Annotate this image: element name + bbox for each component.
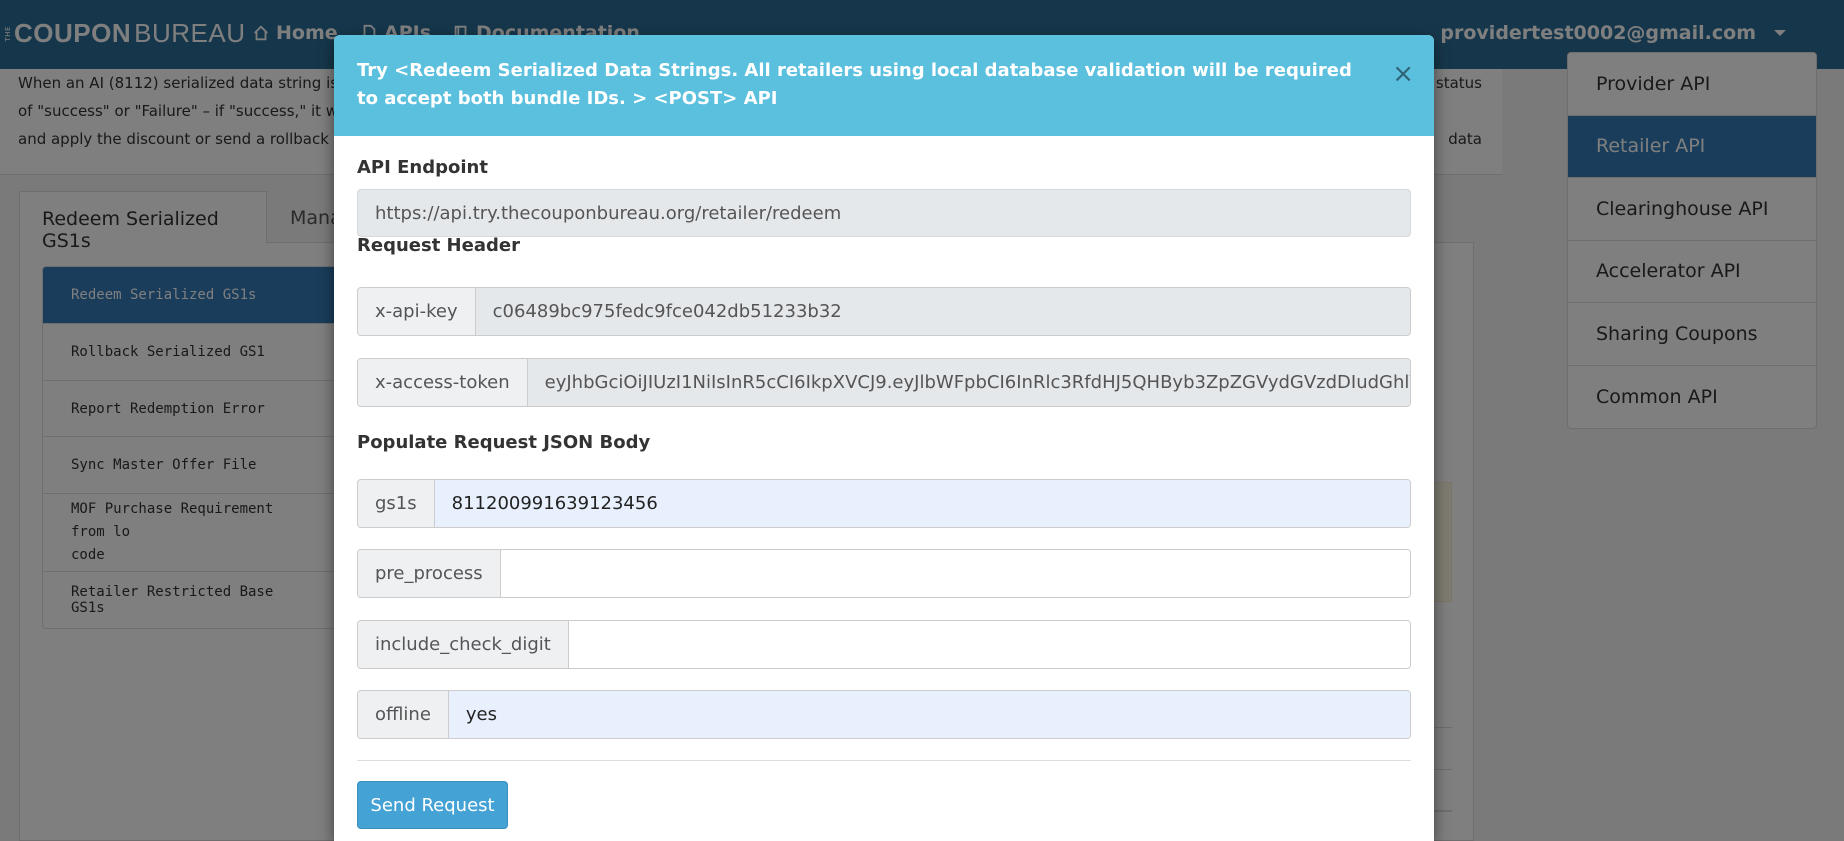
header-x-api-key: x-api-key c06489bc975fedc9fce042db51233b… xyxy=(357,287,1411,336)
body-key-pre-process: pre_process xyxy=(358,550,501,597)
offline-input[interactable]: yes xyxy=(448,691,1410,738)
modal-title: Try <Redeem Serialized Data Strings. All… xyxy=(357,60,1352,109)
body-key-include-check-digit: include_check_digit xyxy=(358,621,569,668)
header-key-x-api-key: x-api-key xyxy=(358,288,476,335)
header-value-x-api-key[interactable]: c06489bc975fedc9fce042db51233b32 xyxy=(475,288,1410,335)
body-field-offline: offline yes xyxy=(357,690,1411,739)
modal-header: Try <Redeem Serialized Data Strings. All… xyxy=(334,35,1434,136)
gs1s-input[interactable]: 811200991639123456 xyxy=(434,480,1410,527)
send-request-button[interactable]: Send Request xyxy=(357,781,508,829)
header-x-access-token: x-access-token eyJhbGciOiJIUzI1NiIsInR5c… xyxy=(357,358,1411,407)
close-icon[interactable]: × xyxy=(1392,61,1414,87)
header-value-x-access-token[interactable]: eyJhbGciOiJIUzI1NiIsInR5cCI6IkpXVCJ9.eyJ… xyxy=(527,359,1410,406)
body-key-offline: offline xyxy=(358,691,449,738)
body-field-gs1s: gs1s 811200991639123456 xyxy=(357,479,1411,528)
body-field-include-check-digit: include_check_digit xyxy=(357,620,1411,669)
include-check-digit-input[interactable] xyxy=(568,621,1410,668)
header-key-x-access-token: x-access-token xyxy=(358,359,528,406)
request-header-label: Request Header xyxy=(357,235,520,256)
pre-process-input[interactable] xyxy=(500,550,1410,597)
body-key-gs1s: gs1s xyxy=(358,480,435,527)
body-field-pre-process: pre_process xyxy=(357,549,1411,598)
api-endpoint-field[interactable]: https://api.try.thecouponbureau.org/reta… xyxy=(357,189,1411,237)
try-api-modal: Try <Redeem Serialized Data Strings. All… xyxy=(334,35,1434,841)
modal-divider xyxy=(357,760,1411,761)
request-body-label: Populate Request JSON Body xyxy=(357,432,651,453)
api-endpoint-label: API Endpoint xyxy=(357,157,488,178)
